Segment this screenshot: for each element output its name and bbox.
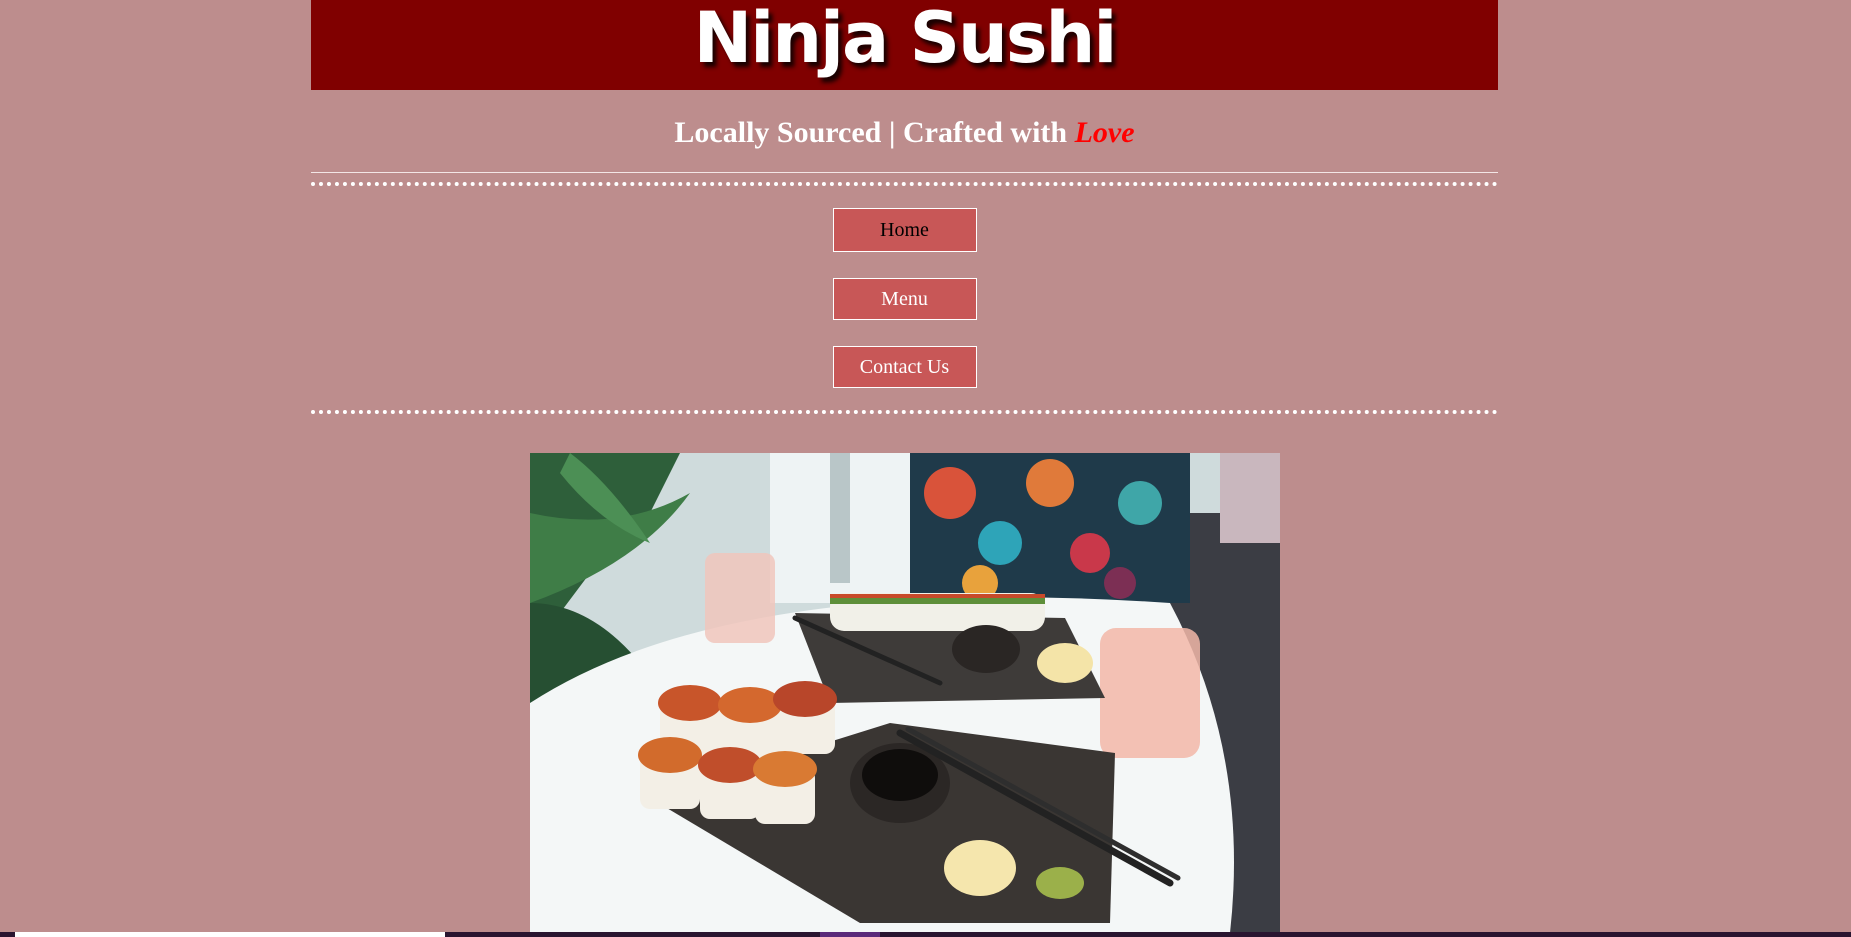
nav-menu-button[interactable]: Menu [832, 278, 977, 320]
nav-home-button[interactable]: Home [832, 208, 977, 252]
main-container: Ninja Sushi Locally Sourced | Crafted wi… [311, 0, 1498, 414]
hero-sushi-image [530, 453, 1280, 933]
header-banner: Ninja Sushi [311, 0, 1498, 90]
main-nav: Home Menu Contact Us [311, 186, 1498, 410]
divider-solid [311, 172, 1498, 173]
sushi-photo [530, 453, 1280, 933]
tagline: Locally Sourced | Crafted with Love [311, 112, 1498, 154]
site-logo[interactable]: Ninja Sushi [694, 2, 1118, 74]
bottom-bar-segment [820, 932, 880, 937]
nav-contact-button[interactable]: Contact Us [832, 346, 977, 388]
bottom-bar [0, 932, 1851, 937]
divider-dotted-bottom [311, 410, 1498, 414]
tagline-love: Love [1074, 116, 1135, 149]
bottom-bar-segment [15, 932, 445, 937]
page: Ninja Sushi Locally Sourced | Crafted wi… [0, 0, 1851, 937]
tagline-prefix: Locally Sourced | Crafted with [674, 116, 1068, 149]
